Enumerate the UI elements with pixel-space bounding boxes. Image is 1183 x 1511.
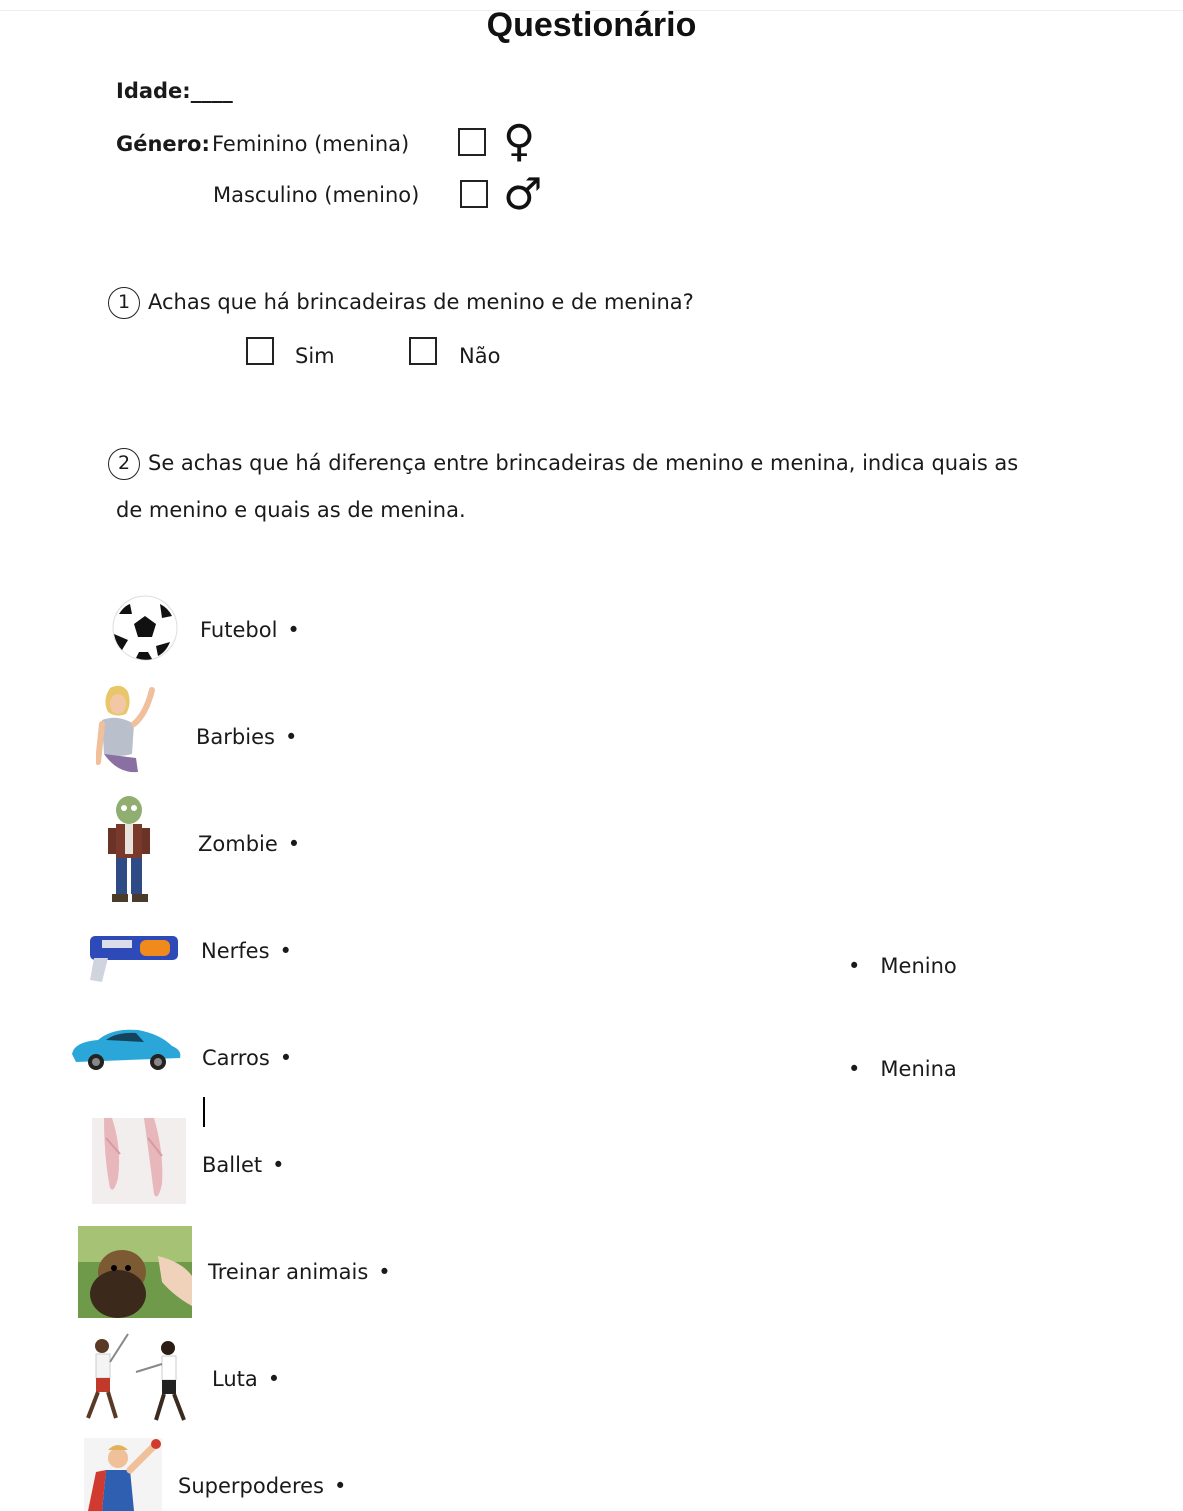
activity-label: Barbies <box>196 725 275 749</box>
barbie-doll-icon <box>96 685 155 773</box>
activity-item-ballet[interactable]: Ballet • <box>202 1152 285 1178</box>
activity-item-nerfes[interactable]: Nerfes • <box>201 938 292 964</box>
dog-training-icon <box>78 1226 192 1318</box>
target-label: Menino <box>880 954 957 978</box>
gender-female-checkbox[interactable] <box>458 128 486 156</box>
toy-car-icon <box>72 1029 181 1070</box>
activity-item-barbies[interactable]: Barbies • <box>196 724 297 750</box>
male-symbol-icon: ♂ <box>503 169 543 220</box>
age-blank[interactable]: ____ <box>191 79 233 103</box>
activity-label: Superpoderes <box>178 1474 324 1498</box>
gender-male-label: Masculino (menino) <box>213 183 420 207</box>
question-2-line-1: Se achas que há diferença entre brincade… <box>148 451 1019 475</box>
female-symbol-icon: ♀ <box>503 116 536 167</box>
nerf-gun-icon <box>90 936 178 982</box>
gender-male-checkbox[interactable] <box>460 180 488 208</box>
age-field[interactable]: Idade:____ <box>116 78 233 104</box>
activity-item-luta[interactable]: Luta • <box>212 1366 280 1392</box>
activity-connect-dot[interactable]: • <box>280 938 292 964</box>
activity-label: Luta <box>212 1367 258 1391</box>
question-2-number: 2 <box>108 448 140 480</box>
option-nao-checkbox[interactable] <box>409 337 437 365</box>
ballet-shoes-icon <box>92 1118 186 1204</box>
age-label: Idade: <box>116 79 191 103</box>
activity-label: Carros <box>202 1046 270 1070</box>
activity-label: Futebol <box>200 618 278 642</box>
target-label: Menina <box>880 1057 957 1081</box>
activity-item-zombie[interactable]: Zombie • <box>198 831 300 857</box>
text-cursor <box>203 1097 205 1127</box>
activity-item-superpoderes[interactable]: Superpoderes • <box>178 1473 346 1499</box>
option-sim-label: Sim <box>295 344 335 368</box>
activity-item-futebol[interactable]: Futebol • <box>200 617 300 643</box>
fencing-icon <box>86 1333 186 1421</box>
activity-connect-dot[interactable]: • <box>272 1152 284 1178</box>
question-1-text: Achas que há brincadeiras de menino e de… <box>148 290 694 314</box>
target-connect-dot[interactable]: • <box>848 954 860 978</box>
superhero-child-icon <box>84 1438 162 1511</box>
zombie-toy-icon <box>108 796 150 902</box>
activity-label: Treinar animais <box>208 1260 369 1284</box>
activity-connect-dot[interactable]: • <box>288 831 300 857</box>
option-nao-label: Não <box>459 344 501 368</box>
activity-connect-dot[interactable]: • <box>285 724 297 750</box>
activity-connect-dot[interactable]: • <box>378 1259 390 1285</box>
activity-connect-dot[interactable]: • <box>280 1045 292 1071</box>
target-menino[interactable]: • Menino <box>848 953 957 979</box>
gender-female-label: Feminino (menina) <box>212 132 410 156</box>
option-sim-checkbox[interactable] <box>246 337 274 365</box>
activity-item-carros[interactable]: Carros • <box>202 1045 292 1071</box>
activity-connect-dot[interactable]: • <box>287 617 299 643</box>
gender-label: Género: <box>116 132 210 156</box>
activity-label: Zombie <box>198 832 278 856</box>
activity-connect-dot[interactable]: • <box>268 1366 280 1392</box>
soccer-ball-icon <box>112 595 178 661</box>
activity-label: Nerfes <box>201 939 270 963</box>
activity-connect-dot[interactable]: • <box>334 1473 346 1499</box>
activity-label: Ballet <box>202 1153 263 1177</box>
activity-item-treinar-animais[interactable]: Treinar animais • <box>208 1259 391 1285</box>
target-menina[interactable]: • Menina <box>848 1056 957 1082</box>
target-connect-dot[interactable]: • <box>848 1057 860 1081</box>
question-2-line-2: de menino e quais as de menina. <box>116 498 466 522</box>
page-title: Questionário <box>486 6 697 44</box>
question-1-number: 1 <box>108 287 140 319</box>
